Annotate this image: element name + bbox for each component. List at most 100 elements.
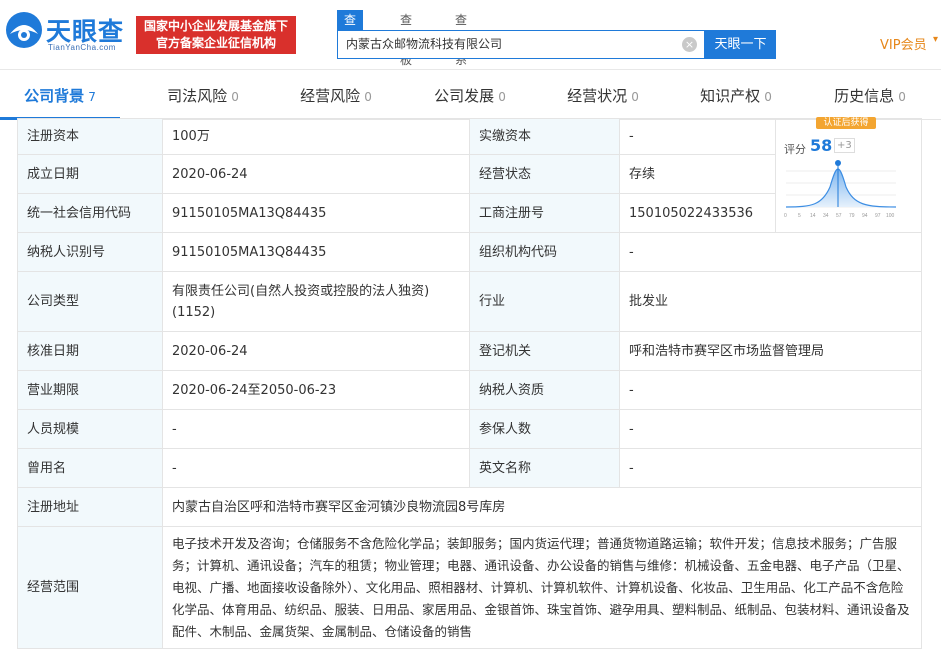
tab-label: 知识产权: [700, 87, 761, 105]
tab-operation-risk[interactable]: 经营风险 0: [276, 75, 396, 120]
credit-code-value: 91150105MA13Q84435: [162, 193, 470, 233]
scope-value: 电子技术开发及咨询；仓储服务不含危险化学品；装卸服务；国内货运代理；普通货物道路…: [162, 526, 922, 649]
logo-domain: TianYanCha.com: [48, 43, 116, 52]
rating-panel[interactable]: 认证后获得 评分 58 +3 0 5 14 34 57 79 94 97 100: [775, 117, 922, 233]
scope-label: 经营范围: [17, 526, 163, 649]
authority-value: 呼和浩特市赛罕区市场监督管理局: [619, 331, 922, 371]
tab-count: 7: [88, 90, 96, 104]
table-row: 营业期限 2020-06-24至2050-06-23 纳税人资质 -: [17, 370, 922, 410]
org-code-value: -: [619, 232, 922, 272]
table-row: 曾用名 - 英文名称 -: [17, 448, 922, 488]
official-badge: 国家中小企业发展基金旗下 官方备案企业征信机构: [136, 16, 296, 54]
rating-score: 58: [810, 136, 833, 155]
address-label: 注册地址: [17, 487, 163, 527]
logo-eye-icon: [6, 12, 42, 48]
chevron-down-icon[interactable]: ▾: [933, 34, 938, 45]
vip-link[interactable]: VIP会员: [880, 34, 927, 53]
tab-count: 0: [631, 90, 639, 104]
chart-axis-ticks: 0 5 14 34 57 79 94 97 100: [784, 213, 895, 219]
distribution-area: [786, 169, 896, 207]
axis-tick: 94: [862, 213, 868, 219]
clear-icon[interactable]: ×: [682, 37, 697, 52]
former-name-value: -: [162, 448, 470, 488]
search-tab-boss[interactable]: 查老板: [400, 10, 412, 67]
english-name-value: -: [619, 448, 922, 488]
approval-date-value: 2020-06-24: [162, 331, 470, 371]
taxpayer-qual-label: 纳税人资质: [469, 370, 620, 410]
logo[interactable]: 天眼查 TianYanCha.com: [4, 10, 130, 54]
axis-tick: 79: [849, 213, 855, 219]
axis-tick: 100: [886, 213, 895, 219]
registered-capital-label: 注册资本: [17, 118, 163, 155]
tab-label: 经营状况: [567, 87, 628, 105]
tab-development[interactable]: 公司发展 0: [410, 75, 530, 120]
table-row: 核准日期 2020-06-24 登记机关 呼和浩特市赛罕区市场监督管理局: [17, 331, 922, 371]
axis-tick: 57: [836, 213, 842, 219]
registered-capital-value: 100万: [162, 118, 470, 155]
tab-count: 0: [231, 90, 239, 104]
staff-label: 人员规模: [17, 409, 163, 449]
insured-value: -: [619, 409, 922, 449]
taxpayer-id-label: 纳税人识别号: [17, 232, 163, 272]
industry-value: 批发业: [619, 271, 922, 332]
table-row: 公司类型 有限责任公司(自然人投资或控股的法人独资)(1152) 行业 批发业: [17, 271, 922, 332]
former-name-label: 曾用名: [17, 448, 163, 488]
tab-count: 0: [498, 90, 506, 104]
tab-history[interactable]: 历史信息 0: [810, 75, 930, 120]
tab-count: 0: [364, 90, 372, 104]
score-distribution-chart: 0 5 14 34 57 79 94 97 100: [784, 160, 897, 219]
section-tabs: 公司背景 7 司法风险 0 经营风险 0 公司发展 0 经营状况 0 知识产权 0 历史信息…: [0, 75, 941, 120]
founded-label: 成立日期: [17, 154, 163, 194]
table-row: 人员规模 - 参保人数 -: [17, 409, 922, 449]
score-marker-dot: [835, 160, 841, 166]
business-info-table: 注册资本 100万 实缴资本 - 认证后获得 评分 58 +3 0 5 14 3…: [17, 117, 922, 649]
search-tab-relation[interactable]: 查关系: [455, 10, 467, 67]
org-code-label: 组织机构代码: [469, 232, 620, 272]
term-label: 营业期限: [17, 370, 163, 410]
tab-ip[interactable]: 知识产权 0: [676, 75, 796, 120]
tab-count: 0: [898, 90, 906, 104]
search-tab-company[interactable]: 查公司: [337, 10, 364, 67]
axis-tick: 34: [823, 213, 829, 219]
tab-label: 公司背景: [24, 87, 85, 105]
tab-label: 经营风险: [300, 87, 361, 105]
table-row: 纳税人识别号 91150105MA13Q84435 组织机构代码 -: [17, 232, 922, 272]
badge-line-2: 官方备案企业征信机构: [155, 36, 276, 50]
top-header: 天眼查 TianYanCha.com 国家中小企业发展基金旗下 官方备案企业征信…: [0, 0, 941, 70]
rating-delta: +3: [834, 138, 855, 153]
company-type-label: 公司类型: [17, 271, 163, 332]
tab-legal-risk[interactable]: 司法风险 0: [143, 75, 263, 120]
term-value: 2020-06-24至2050-06-23: [162, 370, 470, 410]
search-input[interactable]: 内蒙古众邮物流科技有限公司: [346, 31, 676, 58]
status-value: 存续: [619, 154, 776, 194]
staff-value: -: [162, 409, 470, 449]
axis-tick: 5: [798, 213, 801, 219]
tab-company-background[interactable]: 公司背景 7: [0, 75, 120, 120]
search-button[interactable]: 天眼一下: [705, 30, 776, 59]
tab-count: 0: [764, 90, 772, 104]
table-row: 注册资本 100万 实缴资本 - 认证后获得 评分 58 +3 0 5 14 3…: [17, 117, 922, 233]
english-name-label: 英文名称: [469, 448, 620, 488]
tab-operation-status[interactable]: 经营状况 0: [543, 75, 663, 120]
rating-tag: 认证后获得: [816, 117, 876, 129]
axis-tick: 97: [875, 213, 881, 219]
authority-label: 登记机关: [469, 331, 620, 371]
taxpayer-id-value: 91150105MA13Q84435: [162, 232, 470, 272]
tab-label: 司法风险: [167, 87, 228, 105]
paid-capital-value: -: [619, 118, 776, 155]
company-type-value: 有限责任公司(自然人投资或控股的法人独资)(1152): [162, 271, 470, 332]
table-row: 经营范围 电子技术开发及咨询；仓储服务不含危险化学品；装卸服务；国内货运代理；普…: [17, 526, 922, 649]
credit-code-label: 统一社会信用代码: [17, 193, 163, 233]
founded-value: 2020-06-24: [162, 154, 470, 194]
industry-label: 行业: [469, 271, 620, 332]
reg-no-value: 150105022433536: [619, 193, 776, 233]
approval-date-label: 核准日期: [17, 331, 163, 371]
insured-label: 参保人数: [469, 409, 620, 449]
reg-no-label: 工商注册号: [469, 193, 620, 233]
address-value: 内蒙古自治区呼和浩特市赛罕区金河镇沙良物流园8号库房: [162, 487, 922, 527]
search-box: 内蒙古众邮物流科技有限公司 ×: [337, 30, 705, 59]
paid-capital-label: 实缴资本: [469, 118, 620, 155]
axis-tick: 0: [784, 213, 787, 219]
tab-label: 公司发展: [434, 87, 495, 105]
table-row: 注册地址 内蒙古自治区呼和浩特市赛罕区金河镇沙良物流园8号库房: [17, 487, 922, 527]
